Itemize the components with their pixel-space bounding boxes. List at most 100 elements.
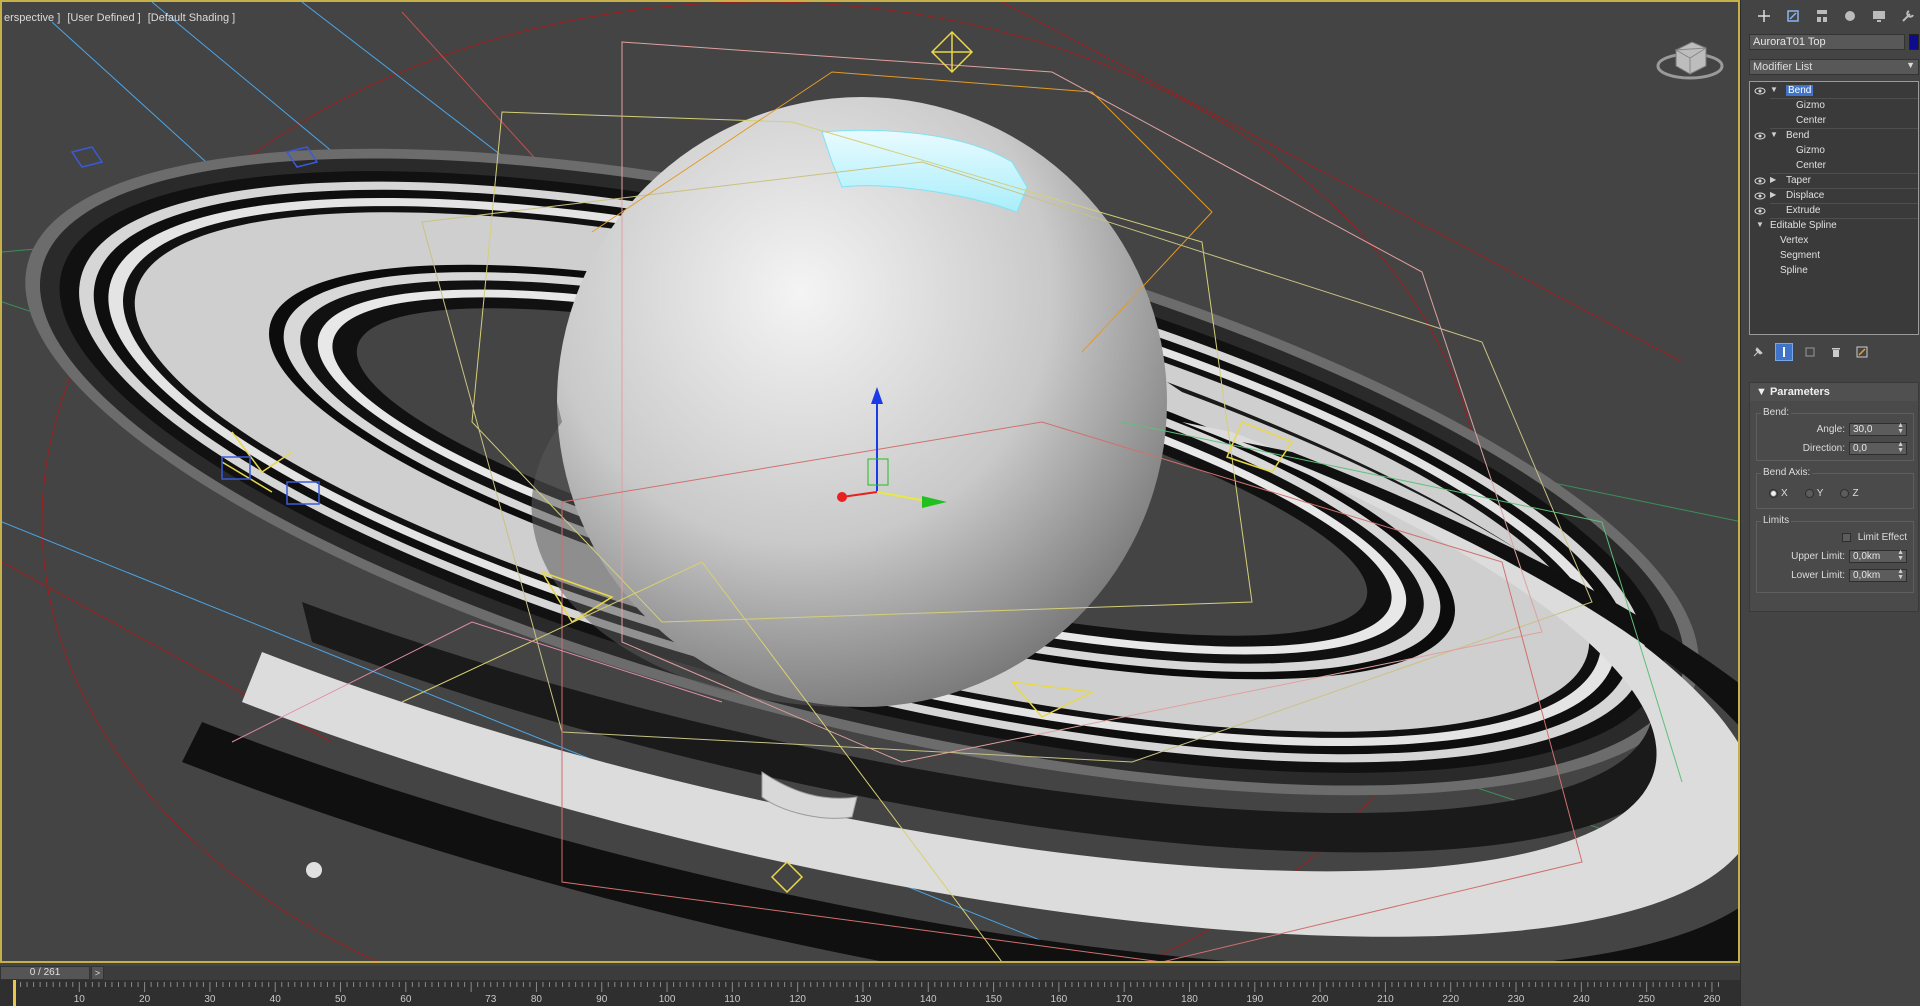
axis-x-radio[interactable]: X	[1769, 488, 1788, 499]
angle-spinner[interactable]: 30,0 ▲ ▼	[1849, 422, 1907, 436]
direction-row: Direction: 0,0 ▲ ▼	[1803, 441, 1907, 455]
direction-value: 0,0	[1853, 442, 1867, 454]
limit-effect-row[interactable]: Limit Effect	[1841, 530, 1907, 544]
utilities-tab[interactable]	[1897, 6, 1919, 26]
stack-item-label: Spline	[1780, 265, 1808, 276]
upper-limit-spinner[interactable]: 0,0km ▲ ▼	[1849, 549, 1907, 563]
stack-item-bend-1[interactable]: ▼ Bend	[1750, 84, 1918, 99]
ruler-tick-label: 260	[1704, 994, 1721, 1005]
stack-item-label: Center	[1796, 115, 1827, 126]
next-frame-button[interactable]: >	[91, 966, 104, 980]
ruler-tick-label: 110	[724, 994, 740, 1005]
spinner-arrows-icon[interactable]: ▲ ▼	[1897, 441, 1904, 454]
create-icon	[1758, 10, 1770, 22]
viewport-label[interactable]: erspective ] [User Defined ] [Default Sh…	[4, 12, 239, 24]
spinner-arrows-icon[interactable]: ▲ ▼	[1897, 422, 1904, 435]
object-color-swatch[interactable]	[1909, 34, 1919, 50]
configure-icon	[1856, 346, 1868, 358]
stack-item-gizmo-1[interactable]: Gizmo	[1750, 99, 1918, 114]
stack-item-taper[interactable]: ▶ Taper	[1750, 174, 1918, 189]
stack-item-bend-2[interactable]: ▼ Bend	[1750, 129, 1918, 144]
display-icon	[1873, 11, 1886, 22]
stack-item-label: Editable Spline	[1770, 220, 1837, 231]
hierarchy-icon	[1816, 10, 1827, 22]
make-unique-icon	[1805, 347, 1815, 357]
perspective-viewport[interactable]: erspective ] [User Defined ] [Default Sh…	[0, 0, 1740, 963]
viewport-shading-label[interactable]: [Default Shading ]	[148, 12, 235, 24]
stack-item-label: Bend	[1786, 85, 1814, 96]
eye-icon[interactable]	[1754, 176, 1766, 186]
ruler-tick-label: 190	[1246, 994, 1263, 1005]
eye-icon[interactable]	[1754, 206, 1766, 216]
create-tab[interactable]	[1753, 6, 1775, 26]
lower-limit-spinner[interactable]: 0,0km ▲ ▼	[1849, 568, 1907, 582]
stack-item-center-2[interactable]: Center	[1750, 159, 1918, 174]
pin-stack-button[interactable]	[1749, 343, 1767, 361]
track-bar[interactable]: 10 20 30 40 50 60 73 80 90 100 110 120 130 140 150 160 1…	[0, 980, 1740, 1006]
stack-item-label: Gizmo	[1796, 145, 1825, 156]
stack-item-segment[interactable]: Segment	[1750, 249, 1918, 264]
scene-render[interactable]	[2, 2, 1740, 963]
expand-icon[interactable]: ▼	[1770, 130, 1778, 139]
eye-icon[interactable]	[1754, 131, 1766, 141]
eye-icon[interactable]	[1754, 191, 1766, 201]
upper-limit-row: Upper Limit: 0,0km ▲ ▼	[1791, 549, 1907, 563]
modify-icon	[1787, 10, 1799, 22]
limit-effect-checkbox[interactable]	[1841, 532, 1851, 542]
time-slider[interactable]: 0 / 261 >	[0, 966, 1740, 980]
bend-group-title: Bend:	[1761, 407, 1792, 418]
modifier-list-label: Modifier List	[1753, 61, 1813, 73]
stack-item-vertex[interactable]: Vertex	[1750, 234, 1918, 249]
parameters-rollout-header[interactable]: ▼ Parameters	[1750, 383, 1918, 401]
trash-icon	[1832, 348, 1840, 357]
remove-modifier-button[interactable]	[1827, 343, 1845, 361]
spinner-arrows-icon[interactable]: ▲ ▼	[1897, 568, 1904, 581]
stack-item-label: Center	[1796, 160, 1827, 171]
limit-effect-label: Limit Effect	[1857, 531, 1907, 543]
modifier-stack[interactable]: ▼ Bend Gizmo Center ▼ Bend Gizmo Center …	[1749, 81, 1919, 335]
viewcube-icon[interactable]	[1654, 32, 1726, 84]
parameters-title: Parameters	[1769, 386, 1830, 398]
motion-tab[interactable]	[1839, 6, 1861, 26]
direction-spinner[interactable]: 0,0 ▲ ▼	[1849, 441, 1907, 455]
collapse-icon: ▼	[1756, 386, 1770, 398]
track-bar-ruler[interactable]: 10 20 30 40 50 60 73 80 90 100 110 120 130 140 150 160 1…	[0, 980, 1740, 1006]
axis-y-radio[interactable]: Y	[1804, 488, 1823, 499]
hierarchy-tab[interactable]	[1811, 6, 1833, 26]
stack-item-label: Displace	[1786, 190, 1825, 201]
ruler-tick-label: 50	[335, 994, 347, 1005]
eye-icon[interactable]	[1754, 86, 1766, 96]
upper-limit-label: Upper Limit:	[1791, 550, 1845, 562]
configure-modifier-sets-button[interactable]	[1853, 343, 1871, 361]
stack-item-extrude[interactable]: Extrude	[1750, 204, 1918, 219]
stack-item-label: Extrude	[1786, 205, 1821, 216]
spinner-arrows-icon[interactable]: ▲ ▼	[1897, 549, 1904, 562]
stack-item-spline[interactable]: Spline	[1750, 264, 1918, 279]
stack-item-displace[interactable]: ▶ Displace	[1750, 189, 1918, 204]
ruler-tick-label: 20	[139, 994, 151, 1005]
stack-item-gizmo-2[interactable]: Gizmo	[1750, 144, 1918, 159]
stack-item-editable-spline[interactable]: ▼ Editable Spline	[1750, 219, 1918, 234]
show-end-result-button[interactable]	[1775, 343, 1793, 361]
bend-group: Bend: Angle: 30,0 ▲ ▼ Direction: 0,0 ▲ ▼	[1756, 407, 1914, 461]
stack-item-label: Vertex	[1780, 235, 1809, 246]
motion-icon	[1845, 11, 1856, 21]
expand-icon[interactable]: ▶	[1770, 175, 1776, 184]
stack-item-label: Gizmo	[1796, 100, 1825, 111]
object-name-field[interactable]: AuroraT01 Top	[1749, 34, 1905, 50]
viewport-camera-label[interactable]: [User Defined ]	[67, 12, 140, 24]
ruler-tick-label: 90	[596, 994, 608, 1005]
stack-item-center-1[interactable]: Center	[1750, 114, 1918, 129]
display-tab[interactable]	[1868, 6, 1890, 26]
modify-tab[interactable]	[1782, 6, 1804, 26]
light-sphere[interactable]	[306, 862, 322, 878]
viewport-view-label[interactable]: erspective ]	[4, 12, 60, 24]
make-unique-button[interactable]	[1801, 343, 1819, 361]
lower-limit-value: 0,0km	[1853, 569, 1881, 581]
modifier-list-dropdown[interactable]: Modifier List ▼	[1749, 59, 1919, 75]
expand-icon[interactable]: ▼	[1756, 220, 1764, 229]
expand-icon[interactable]: ▼	[1770, 85, 1778, 94]
time-slider-thumb[interactable]: 0 / 261	[0, 966, 90, 980]
expand-icon[interactable]: ▶	[1770, 190, 1776, 199]
axis-z-radio[interactable]: Z	[1840, 488, 1859, 499]
